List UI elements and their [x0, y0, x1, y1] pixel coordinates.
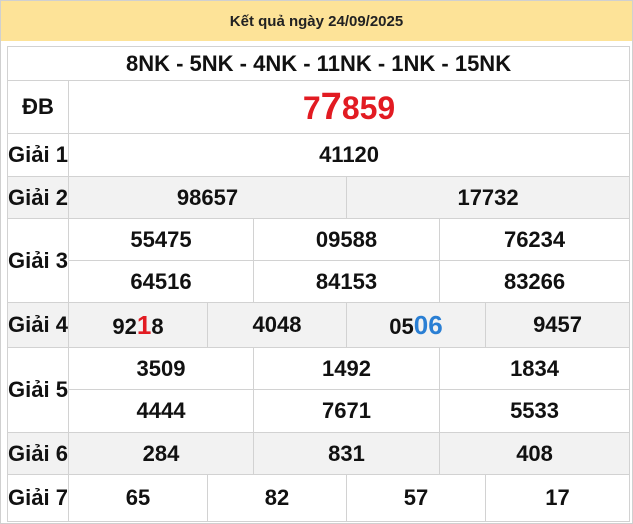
- prize-row-g4: Giải 4 9218 4048 0506 9457: [7, 302, 631, 348]
- prize-db-value: 77859: [67, 80, 631, 134]
- province-row: 8NK - 5NK - 4NK - 11NK - 1NK - 15NK: [6, 46, 631, 81]
- prize-label-g7: Giải 7: [7, 474, 69, 522]
- prize-g4-value: 0506: [346, 302, 486, 348]
- prize-g1-value: 41120: [67, 133, 631, 177]
- prize-g6-value: 408: [438, 432, 631, 475]
- prize-g6-value: 284: [68, 432, 254, 475]
- results-date-title: Kết quả ngày 24/09/2025: [229, 12, 404, 30]
- prize-g4-value: 9457: [484, 302, 631, 348]
- prize-row-g6: Giải 6 284 831 408: [7, 432, 631, 475]
- prize-row-g7: Giải 7 65 82 57 17: [7, 474, 631, 522]
- prize-g5-value: 1834: [438, 347, 631, 390]
- prize-row-g1: Giải 1 41120: [7, 133, 631, 177]
- prize-row-g5b: 4444 7671 5533: [8, 389, 631, 433]
- g4-digits: 92: [112, 313, 137, 339]
- g4-highlight-digit: 1: [136, 309, 152, 340]
- g4-digits: 05: [389, 313, 414, 339]
- prize-g7-value: 65: [68, 474, 208, 522]
- province-codes: 8NK - 5NK - 4NK - 11NK - 1NK - 15NK: [6, 46, 631, 81]
- g4-highlight-digits: 06: [413, 309, 443, 340]
- prize-g6-value: 831: [253, 432, 440, 475]
- prize-g3-value: 55475: [68, 218, 254, 261]
- prize-g5-value: 7671: [253, 389, 440, 433]
- prize-label-g6: Giải 6: [7, 432, 69, 475]
- prize-g5-value: 1492: [253, 347, 440, 390]
- prize-g7-value: 57: [346, 474, 486, 522]
- prize-g3-value: 76234: [438, 218, 631, 261]
- prize-label-db: ĐB: [7, 80, 69, 134]
- prize-g3-value: 09588: [253, 218, 440, 261]
- prize-label-g5: Giải 5: [7, 347, 69, 433]
- db-digit-2: 7: [320, 85, 342, 128]
- prize-g4-value: 4048: [207, 302, 347, 348]
- prize-g7-value: 82: [207, 474, 347, 522]
- prize-g7-value: 17: [484, 474, 631, 522]
- prize-g4-value: 9218: [68, 302, 208, 348]
- prize-label-g4: Giải 4: [7, 302, 69, 348]
- prize-row-g3: Giải 3 55475 09588 76234: [7, 218, 631, 303]
- g4-digits: 8: [151, 313, 164, 339]
- prize-g5-value: 4444: [68, 389, 254, 433]
- results-panel: Kết quả ngày 24/09/2025 8NK - 5NK - 4NK …: [0, 0, 633, 524]
- db-digit-1: 7: [302, 89, 321, 126]
- prize-g3-value: 83266: [438, 260, 631, 303]
- prize-g2-value: 17732: [345, 176, 631, 219]
- prize-label-g3: Giải 3: [7, 218, 69, 303]
- prize-g3-value: 64516: [68, 260, 254, 303]
- prize-label-g1: Giải 1: [7, 133, 69, 177]
- prize-row-g3b: 64516 84153 83266: [8, 260, 631, 303]
- prize-row-g5: Giải 5 3509 1492 1834: [7, 347, 631, 433]
- prize-label-g2: Giải 2: [7, 176, 69, 219]
- prize-row-g2: Giải 2 98657 17732: [7, 176, 631, 219]
- prize-g5-value: 5533: [438, 389, 631, 433]
- prize-g3-value: 84153: [253, 260, 440, 303]
- prize-g5-value: 3509: [68, 347, 254, 390]
- prize-g2-value: 98657: [68, 176, 347, 219]
- results-header: Kết quả ngày 24/09/2025: [1, 1, 632, 41]
- prize-row-db: ĐB 77859: [7, 80, 631, 134]
- db-digits-rest: 859: [341, 89, 396, 126]
- results-table: 8NK - 5NK - 4NK - 11NK - 1NK - 15NK ĐB 7…: [6, 46, 631, 522]
